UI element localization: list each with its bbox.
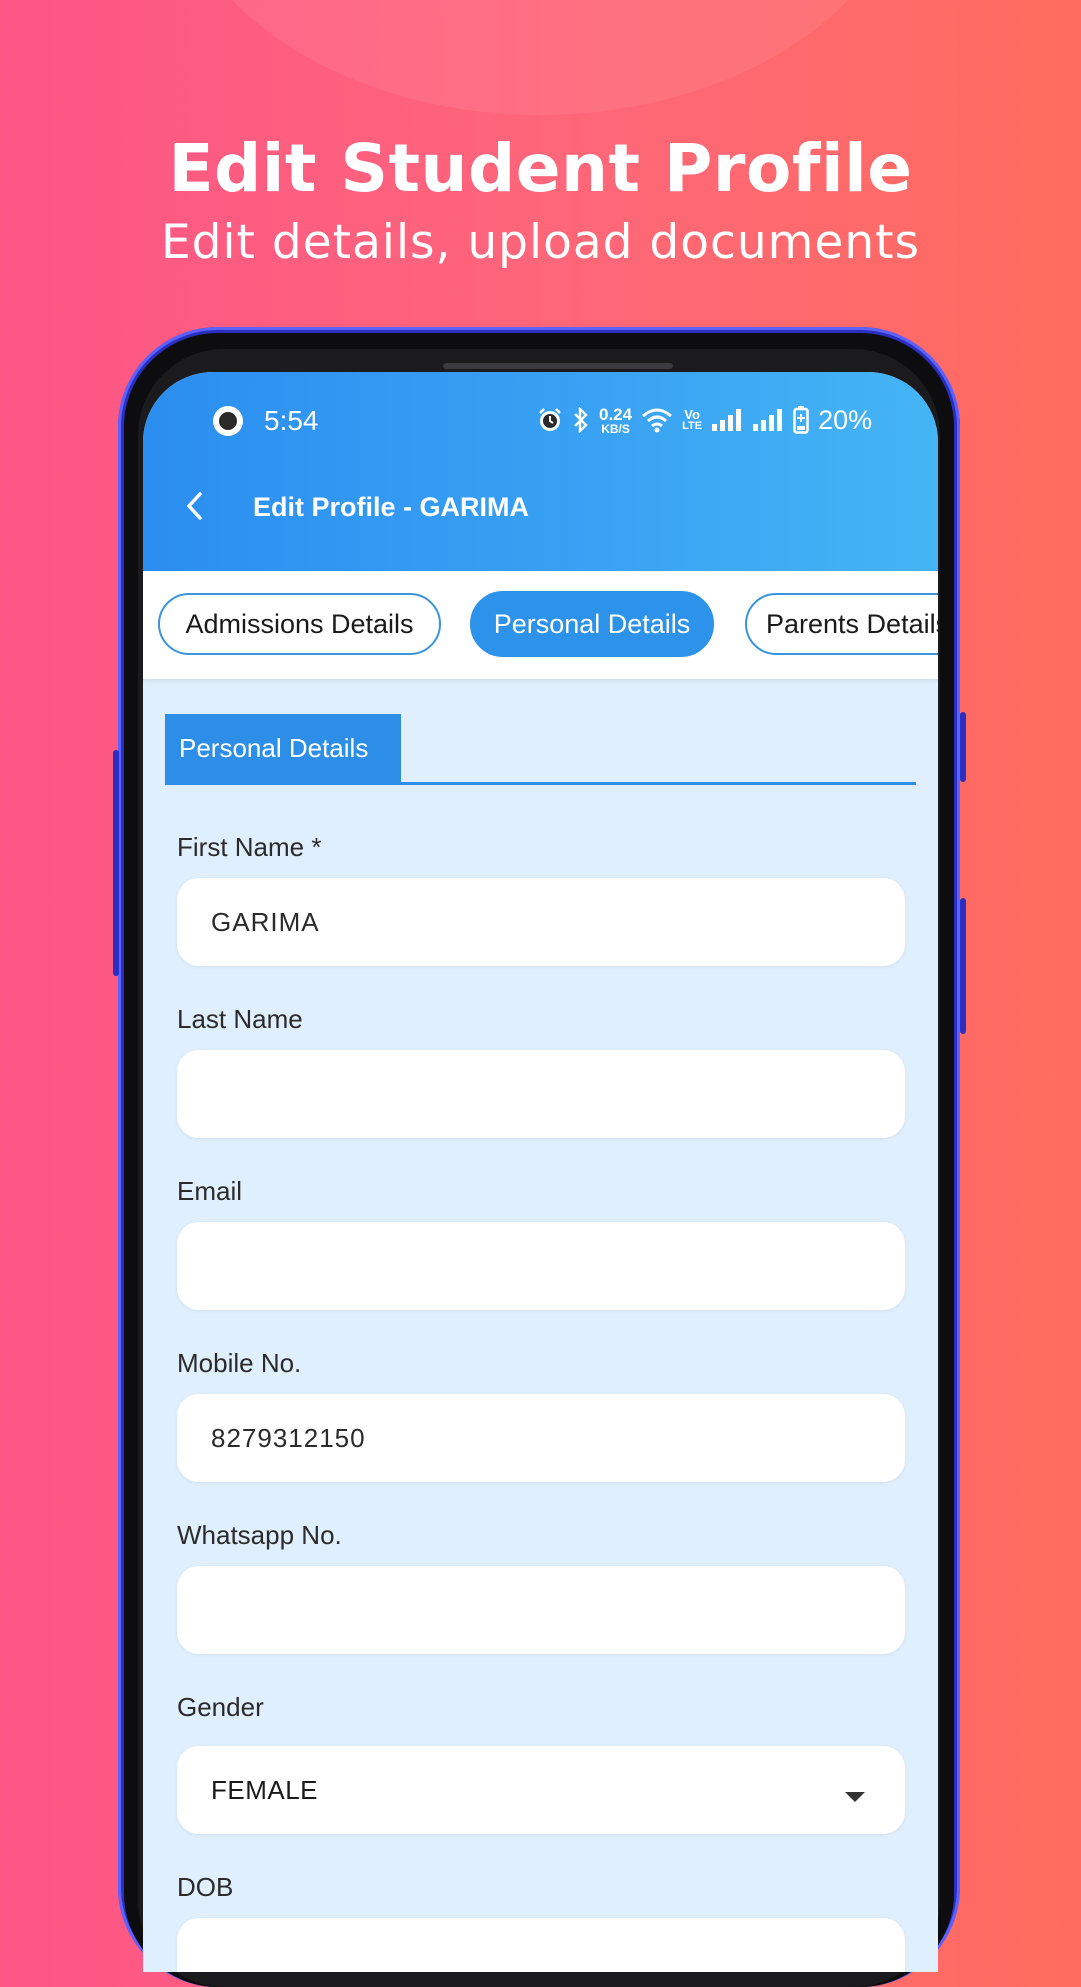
earpiece-speaker <box>443 363 673 369</box>
gender-select[interactable]: FEMALE <box>177 1746 905 1834</box>
phone-side-button <box>960 712 966 782</box>
email-input[interactable] <box>177 1222 905 1310</box>
network-speed: 0.24 KB/S <box>599 406 632 435</box>
tab-admissions-details[interactable]: Admissions Details <box>158 593 441 655</box>
mobile-label: Mobile No. <box>177 1348 302 1378</box>
background-glow <box>165 0 915 115</box>
dropdown-arrow-icon <box>845 1792 865 1802</box>
back-button[interactable] <box>175 488 215 528</box>
tab-parents-details[interactable]: Parents Details <box>745 593 938 655</box>
section-title: Personal Details <box>165 714 401 782</box>
back-arrow-icon <box>183 490 207 527</box>
camera-dot-icon <box>213 406 243 436</box>
mobile-input[interactable] <box>177 1394 905 1482</box>
alarm-icon <box>537 407 563 433</box>
wifi-icon <box>641 407 673 433</box>
battery-icon <box>793 406 809 434</box>
phone-power-button <box>960 898 966 1034</box>
status-icons: 0.24 KB/S Vo LTE 20% <box>537 402 872 438</box>
bluetooth-icon <box>572 407 590 433</box>
gender-label: Gender <box>177 1692 264 1722</box>
signal-icon <box>752 408 784 432</box>
volte-indicator: Vo LTE <box>682 408 702 432</box>
app-header: 5:54 0.24 KB/S Vo LTE 20% Edit Profile -… <box>143 372 938 571</box>
email-label: Email <box>177 1176 243 1206</box>
promo-title: Edit Student Profile <box>168 130 913 207</box>
whatsapp-input[interactable] <box>177 1566 905 1654</box>
last-name-input[interactable] <box>177 1050 905 1138</box>
tab-personal-details[interactable]: Personal Details <box>470 591 714 657</box>
signal-icon <box>711 408 743 432</box>
volte-bottom: LTE <box>682 420 703 432</box>
section-header: Personal Details <box>165 714 916 785</box>
status-time: 5:54 <box>264 405 319 436</box>
phone-volume-button <box>113 750 119 976</box>
promo-subtitle: Edit details, upload documents <box>160 215 921 270</box>
phone-screen: 5:54 0.24 KB/S Vo LTE 20% Edit Profile -… <box>143 372 938 1972</box>
dob-label: DOB <box>177 1872 234 1902</box>
network-speed-value: 0.24 <box>599 404 633 424</box>
dob-input[interactable] <box>177 1918 905 1972</box>
whatsapp-label: Whatsapp No. <box>177 1520 342 1550</box>
status-bar: 5:54 0.24 KB/S Vo LTE 20% <box>143 400 938 440</box>
tab-bar: Admissions Details Personal Details Pare… <box>143 571 938 679</box>
network-speed-unit: KB/S <box>601 421 630 436</box>
battery-percentage: 20% <box>818 404 873 435</box>
page-title: Edit Profile - GARIMA <box>253 492 529 522</box>
first-name-input[interactable] <box>177 878 905 966</box>
gender-value: FEMALE <box>211 1774 319 1805</box>
last-name-label: Last Name <box>177 1004 303 1034</box>
first-name-label: First Name * <box>177 832 322 862</box>
